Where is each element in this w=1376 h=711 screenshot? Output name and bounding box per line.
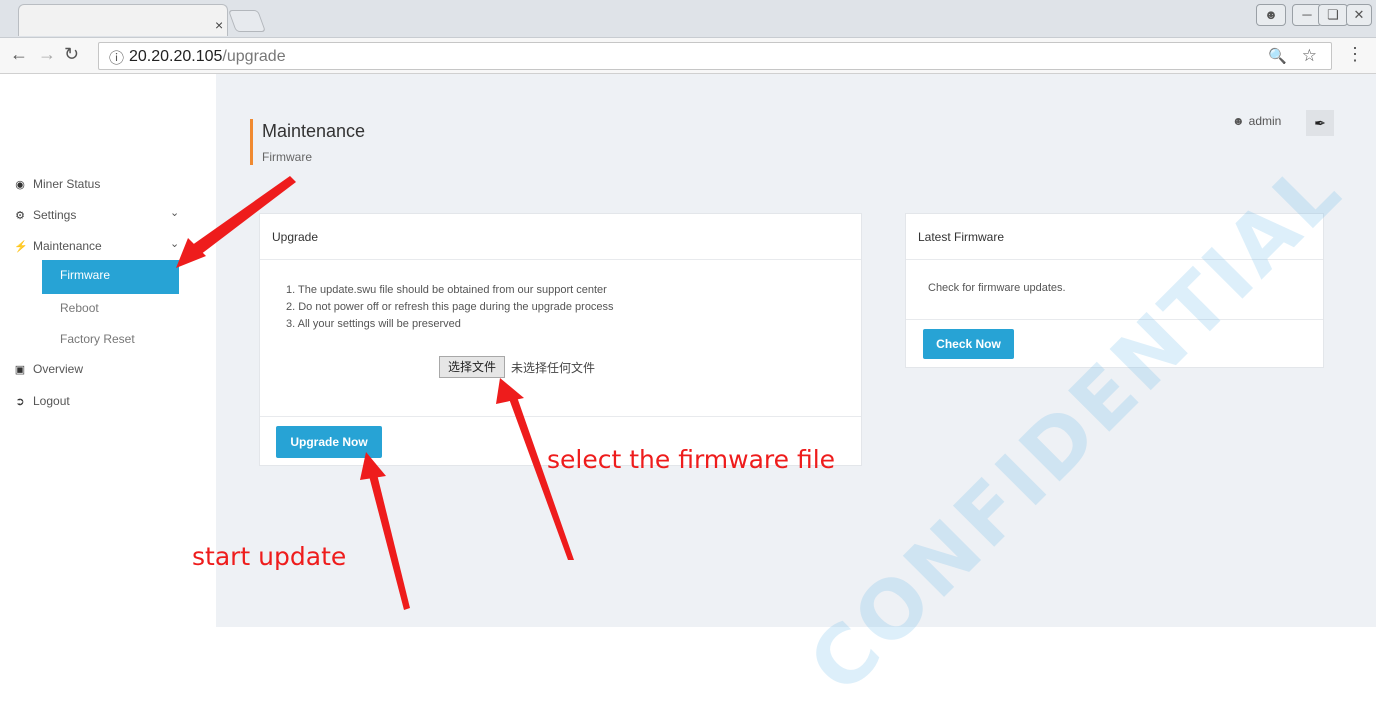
panel-title: Upgrade <box>260 214 861 260</box>
new-tab-button[interactable] <box>227 10 267 32</box>
info-icon[interactable]: ⓘ <box>109 47 124 68</box>
page-subtitle: Firmware <box>262 150 312 164</box>
tab-close-icon[interactable]: × <box>215 17 223 33</box>
title-accent-bar <box>250 119 253 165</box>
sidebar-item-logout[interactable]: ➲ Logout <box>14 389 69 413</box>
sidebar-item-settings[interactable]: ⚙ Settings ⌄ <box>14 203 194 227</box>
profile-icon[interactable]: ☻ <box>1256 4 1286 26</box>
user-icon: ☻ <box>1232 114 1245 128</box>
instruction-item: 1. The update.swu file should be obtaine… <box>286 284 607 296</box>
zoom-icon[interactable]: 🔍 <box>1268 47 1287 65</box>
chevron-down-icon: ⌄ <box>170 238 180 250</box>
sidebar-subitem-factory-reset[interactable]: Factory Reset <box>60 332 135 346</box>
sidebar-item-overview[interactable]: ▣ Overview <box>14 357 83 381</box>
panel-title: Latest Firmware <box>906 214 1323 260</box>
annotation-start-update: start update <box>192 542 347 571</box>
divider <box>906 319 1323 320</box>
main-content: Maintenance Firmware ☻ admin ✒ Upgrade 1… <box>216 74 1376 627</box>
file-status: 未选择任何文件 <box>511 361 596 375</box>
sidebar-subitem-reboot[interactable]: Reboot <box>60 301 99 315</box>
choose-file-button[interactable]: 选择文件 <box>439 356 505 378</box>
sidebar-subitem-firmware[interactable]: Firmware <box>42 260 179 294</box>
forward-icon[interactable]: → <box>38 44 56 65</box>
close-window-icon[interactable]: ✕ <box>1346 4 1372 26</box>
database-icon: ▣ <box>14 363 26 376</box>
browser-menu-icon[interactable]: ⋮ <box>1346 44 1364 65</box>
upgrade-panel: Upgrade 1. The update.swu file should be… <box>259 213 862 466</box>
chevron-down-icon: ⌄ <box>170 207 180 219</box>
page-title: Maintenance <box>262 121 366 141</box>
check-now-button[interactable]: Check Now <box>923 329 1014 359</box>
latest-firmware-text: Check for firmware updates. <box>928 282 1066 294</box>
upgrade-now-button[interactable]: Upgrade Now <box>276 426 382 458</box>
instruction-item: 3. All your settings will be preserved <box>286 318 461 330</box>
latest-firmware-panel: Latest Firmware Check for firmware updat… <box>905 213 1324 368</box>
instruction-item: 2. Do not power off or refresh this page… <box>286 301 614 313</box>
sidebar-item-maintenance[interactable]: ⚡ Maintenance ⌄ <box>14 234 194 258</box>
restore-icon[interactable]: ❏ <box>1318 4 1348 26</box>
sign-out-icon: ➲ <box>15 395 25 408</box>
reload-icon[interactable]: ↻ <box>64 44 79 65</box>
brush-icon[interactable]: ✒ <box>1306 110 1334 136</box>
url-text[interactable]: 20.20.20.105/upgrade <box>129 48 286 66</box>
browser-tab[interactable]: × <box>18 4 228 36</box>
back-icon[interactable]: ← <box>10 44 28 65</box>
sidebar: ◉ Miner Status ⚙ Settings ⌄ ⚡ Maintenanc… <box>0 74 216 627</box>
browser-tab-bar: × ☻ ─ ❏ ✕ <box>0 0 1376 38</box>
bookmark-star-icon[interactable]: ☆ <box>1302 46 1317 66</box>
address-bar[interactable]: ⓘ 20.20.20.105/upgrade 🔍 ☆ <box>98 42 1332 70</box>
plug-icon: ⚡ <box>14 240 28 253</box>
divider <box>260 416 861 417</box>
cogs-icon: ⚙ <box>15 209 25 222</box>
gauge-icon: ◉ <box>15 178 25 191</box>
annotation-select-file: select the firmware file <box>547 445 836 474</box>
sidebar-item-miner-status[interactable]: ◉ Miner Status <box>14 172 100 196</box>
upgrade-instructions: 1. The update.swu file should be obtaine… <box>286 282 614 333</box>
browser-toolbar: ← → ↻ ⓘ 20.20.20.105/upgrade 🔍 ☆ ⋮ <box>0 38 1376 74</box>
user-menu[interactable]: ☻ admin <box>1232 114 1281 128</box>
